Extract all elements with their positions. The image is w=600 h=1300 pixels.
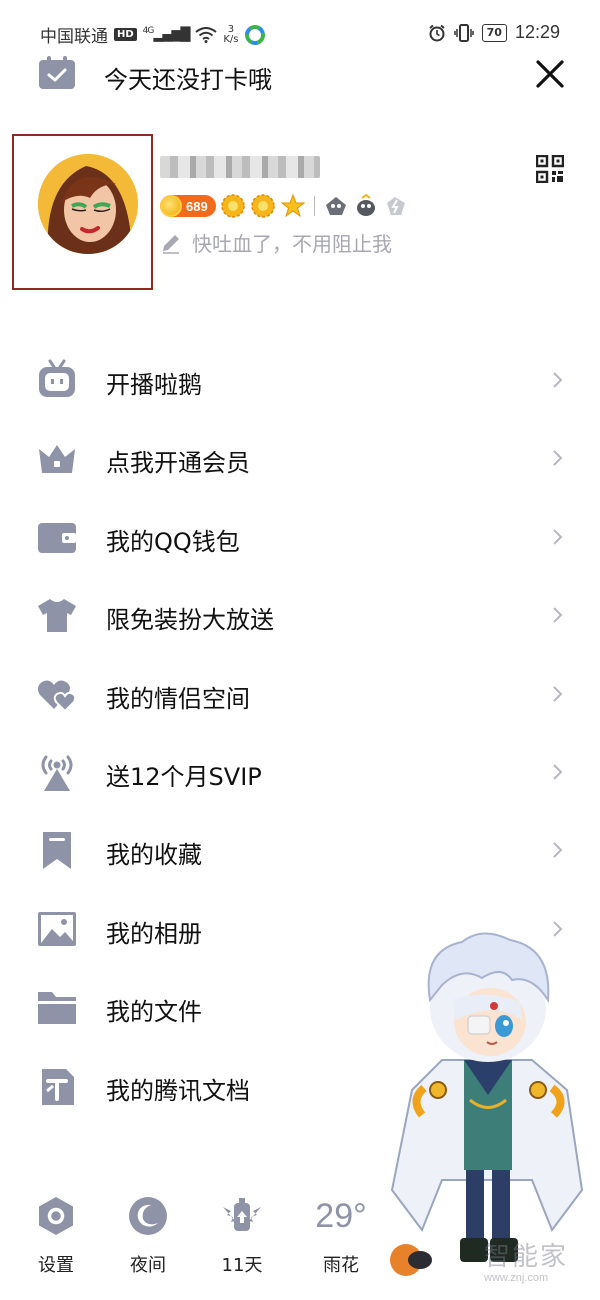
menu-item-label: 我的文件 xyxy=(106,998,202,1027)
menu-item-label: 点我开通会员 xyxy=(106,449,250,478)
menu-item-label: 我的腾讯文档 xyxy=(106,1076,250,1105)
wifi-icon xyxy=(195,26,217,43)
chevron-right-icon xyxy=(553,607,563,623)
menu-item-label: 开播啦鹅 xyxy=(106,371,202,399)
watermark: 智能家 www.znj.com xyxy=(470,1230,598,1290)
status-left: 中国联通 HD 4G▂▄▆█ 3 K/s xyxy=(40,22,265,47)
moon-icon xyxy=(129,1197,167,1235)
menu-item-favorites[interactable]: 我的收藏 xyxy=(0,811,600,889)
avatar-illustration xyxy=(38,154,138,254)
chevron-right-icon xyxy=(553,842,563,859)
username-blurred[interactable] xyxy=(160,156,320,178)
qr-code-icon[interactable] xyxy=(536,155,564,183)
broadcast-tower-icon xyxy=(41,755,73,791)
menu-item-vip[interactable]: 点我开通会员 xyxy=(0,419,600,497)
winged-badge-icon xyxy=(223,1198,261,1231)
calendar-icon[interactable] xyxy=(38,56,76,90)
star-level-icon xyxy=(280,193,306,218)
crown-icon xyxy=(39,445,75,474)
signin-header: 今天还没打卡哦 xyxy=(0,56,600,96)
menu-item-wallet[interactable]: 我的QQ钱包 xyxy=(0,498,600,576)
menu-item-svip[interactable]: 送12个月SVIP xyxy=(0,733,600,811)
status-bar: 中国联通 HD 4G▂▄▆█ 3 K/s 70 12:29 xyxy=(0,0,600,56)
badge-divider xyxy=(313,196,315,216)
vibrate-icon xyxy=(453,23,474,42)
signin-prompt[interactable]: 今天还没打卡哦 xyxy=(104,60,272,95)
temperature: 29° xyxy=(315,1197,367,1235)
status-right: 70 12:29 xyxy=(428,22,560,43)
menu-item-label: 限免装扮大放送 xyxy=(106,606,274,635)
bookmark-icon xyxy=(43,832,71,870)
level-badges[interactable]: 689 xyxy=(160,192,409,220)
menu-item-live[interactable]: 开播啦鹅 xyxy=(0,341,600,419)
network-type: 4G xyxy=(142,26,155,37)
penguin-badge-icon xyxy=(325,197,346,215)
menu-item-label: 我的情侣空间 xyxy=(106,684,250,713)
watermark-url: www.znj.com xyxy=(484,1272,549,1284)
chevron-right-icon xyxy=(553,685,563,702)
close-icon[interactable] xyxy=(532,56,568,92)
alarm-icon xyxy=(429,24,445,41)
carrier-name: 中国联通 xyxy=(40,27,108,47)
clock: 12:29 xyxy=(514,22,560,42)
penguin-badge-icon xyxy=(356,193,375,216)
settings-button[interactable]: 设置 xyxy=(21,1195,91,1277)
menu-item-label: 我的收藏 xyxy=(106,841,202,870)
avatar[interactable] xyxy=(38,154,138,254)
checkin-days-button[interactable]: 11天 xyxy=(207,1195,277,1277)
coin-count: 689 xyxy=(186,198,208,214)
settings-hexagon-icon xyxy=(39,1197,73,1235)
chevron-right-icon xyxy=(553,529,563,545)
menu-item-label: 我的相册 xyxy=(106,919,202,948)
chevron-right-icon xyxy=(553,372,563,388)
menu-item-couple-space[interactable]: 我的情侣空间 xyxy=(0,655,600,733)
menu-item-dressup[interactable]: 限免装扮大放送 xyxy=(0,576,600,654)
pencil-icon xyxy=(163,234,179,254)
tencent-docs-icon xyxy=(42,1068,74,1105)
flash-badge-icon xyxy=(386,197,405,215)
avatar-frame[interactable] xyxy=(12,134,153,290)
sun-level-icon xyxy=(250,194,275,218)
battery-indicator: 70 xyxy=(481,23,507,42)
app-notification-icon xyxy=(244,24,265,45)
watermark-text: 智能家 xyxy=(484,1242,569,1272)
tv-robot-icon xyxy=(39,359,75,397)
hearts-icon xyxy=(37,680,77,712)
menu-item-label: 送12个月SVIP xyxy=(106,762,262,791)
settings-label: 设置 xyxy=(38,1255,74,1276)
checkin-days-label: 11天 xyxy=(221,1255,263,1276)
folder-icon xyxy=(38,992,76,1025)
night-label: 夜间 xyxy=(130,1255,166,1276)
weather-button[interactable]: 29° 雨花 xyxy=(306,1195,376,1277)
signature-text: 快吐血了，不用阻止我 xyxy=(192,232,392,256)
menu-item-label: 我的QQ钱包 xyxy=(106,527,240,556)
chevron-right-icon xyxy=(553,764,563,780)
signal-icon: 4G▂▄▆█ xyxy=(142,26,191,43)
night-mode-button[interactable]: 夜间 xyxy=(113,1195,183,1277)
net-speed: 3 K/s xyxy=(223,24,239,45)
net-speed-unit: K/s xyxy=(223,33,239,45)
wallet-icon xyxy=(38,522,76,553)
hd-badge: HD xyxy=(114,28,137,41)
photo-icon xyxy=(38,911,76,946)
coin-badge: 689 xyxy=(160,195,216,217)
signature-row[interactable]: 快吐血了，不用阻止我 xyxy=(160,228,392,257)
chevron-right-icon xyxy=(553,450,563,467)
shirt-icon xyxy=(38,599,76,633)
coin-icon xyxy=(160,195,182,217)
weather-location-label: 雨花 xyxy=(323,1255,359,1276)
sun-level-icon xyxy=(220,194,245,218)
